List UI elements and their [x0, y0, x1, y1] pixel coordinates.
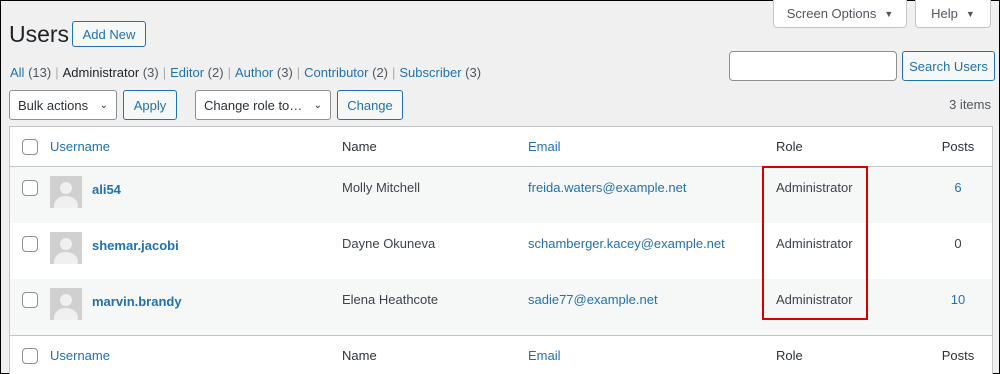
posts-count-link[interactable]: 6 — [954, 180, 961, 195]
avatar — [50, 232, 82, 264]
filter-editor-label[interactable]: Editor — [170, 65, 204, 80]
posts-column-footer: Posts — [941, 348, 975, 363]
filter-editor-count: (2) — [207, 65, 224, 80]
select-all-checkbox[interactable] — [22, 347, 38, 364]
user-name: Dayne Okuneva — [342, 236, 436, 251]
separator: | — [227, 65, 231, 80]
caret-down-icon: ▼ — [884, 8, 894, 19]
filter-contributor[interactable]: Contributor (2) — [304, 65, 388, 80]
help-label: Help — [931, 6, 958, 21]
avatar — [50, 176, 82, 208]
email-link[interactable]: sadie77@example.net — [528, 292, 658, 307]
email-link[interactable]: schamberger.kacey@example.net — [528, 236, 725, 251]
username-column-footer[interactable]: Username — [50, 348, 110, 363]
row-checkbox[interactable] — [22, 292, 38, 308]
screen-options-label: Screen Options — [786, 6, 877, 21]
role-column-header: Role — [776, 139, 803, 154]
avatar — [50, 288, 82, 320]
separator: | — [296, 65, 301, 80]
username-link[interactable]: shemar.jacobi — [92, 238, 179, 253]
role-filter-links: All (13) | Administrator (3) | Editor (2) | Au… — [10, 65, 481, 80]
table-footer-row: Username Name Email Role Posts — [10, 335, 992, 374]
apply-button[interactable]: Apply — [123, 90, 177, 120]
page-title: Users — [9, 21, 70, 47]
filter-all-label[interactable]: All — [10, 65, 24, 80]
help-tab[interactable]: Help ▼ — [915, 0, 991, 28]
filter-contributor-label[interactable]: Contributor — [304, 65, 368, 80]
screen-options-tab[interactable]: Screen Options ▼ — [773, 0, 907, 28]
posts-count-link[interactable]: 10 — [951, 292, 965, 307]
row-checkbox[interactable] — [22, 236, 38, 252]
table-header-row: Username Name Email Role Posts — [10, 127, 992, 167]
filter-all-count: (13) — [28, 65, 52, 80]
select-all-checkbox[interactable] — [22, 138, 38, 155]
filter-administrator-count: (3) — [142, 65, 159, 80]
search-input[interactable] — [729, 51, 897, 81]
user-name: Elena Heathcote — [342, 292, 439, 307]
select-all-cell — [10, 138, 50, 155]
filter-author-count: (3) — [276, 65, 293, 80]
filter-administrator-label[interactable]: Administrator — [63, 65, 140, 80]
filter-contributor-count: (2) — [372, 65, 388, 80]
screen-meta-links: Screen Options ▼ Help ▼ — [773, 0, 991, 28]
chevron-down-icon: ⌄ — [99, 99, 108, 111]
caret-down-icon: ▼ — [965, 8, 975, 19]
add-new-button[interactable]: Add New — [72, 21, 146, 47]
bulk-actions-value: Bulk actions — [18, 97, 89, 113]
items-count: 3 items — [949, 97, 991, 112]
chevron-down-icon: ⌄ — [313, 99, 322, 111]
name-column-header: Name — [342, 139, 377, 154]
email-link[interactable]: freida.waters@example.net — [528, 180, 686, 195]
name-column-footer: Name — [342, 348, 377, 363]
filter-all[interactable]: All (13) — [10, 65, 51, 80]
change-role-button[interactable]: Change — [337, 90, 403, 120]
filter-subscriber-count: (3) — [465, 65, 482, 80]
posts-count: 0 — [954, 236, 962, 251]
filter-author-label[interactable]: Author — [235, 65, 273, 80]
email-column-header[interactable]: Email — [528, 139, 561, 154]
bulk-actions-select[interactable]: Bulk actions ⌄ — [9, 90, 117, 120]
user-name: Molly Mitchell — [342, 180, 421, 195]
username-column-header[interactable]: Username — [50, 139, 110, 154]
role-column-footer: Role — [776, 348, 803, 363]
username-link[interactable]: marvin.brandy — [92, 294, 182, 309]
filter-administrator[interactable]: Administrator (3) — [63, 65, 159, 80]
row-checkbox[interactable] — [22, 180, 38, 196]
email-column-footer[interactable]: Email — [528, 348, 561, 363]
change-role-select[interactable]: Change role to… ⌄ — [195, 90, 331, 120]
separator: | — [392, 65, 396, 80]
filter-editor[interactable]: Editor (2) — [170, 65, 223, 80]
filter-author[interactable]: Author (3) — [235, 65, 293, 80]
filter-subscriber-label[interactable]: Subscriber — [399, 65, 461, 80]
username-link[interactable]: ali54 — [92, 182, 121, 197]
change-role-value: Change role to… — [204, 97, 303, 113]
role-column-highlight-box — [762, 166, 868, 320]
search-users-button[interactable]: Search Users — [902, 51, 995, 81]
separator: | — [55, 65, 59, 80]
separator: | — [162, 65, 167, 80]
filter-subscriber[interactable]: Subscriber (3) — [399, 65, 481, 80]
posts-column-header: Posts — [941, 139, 975, 154]
